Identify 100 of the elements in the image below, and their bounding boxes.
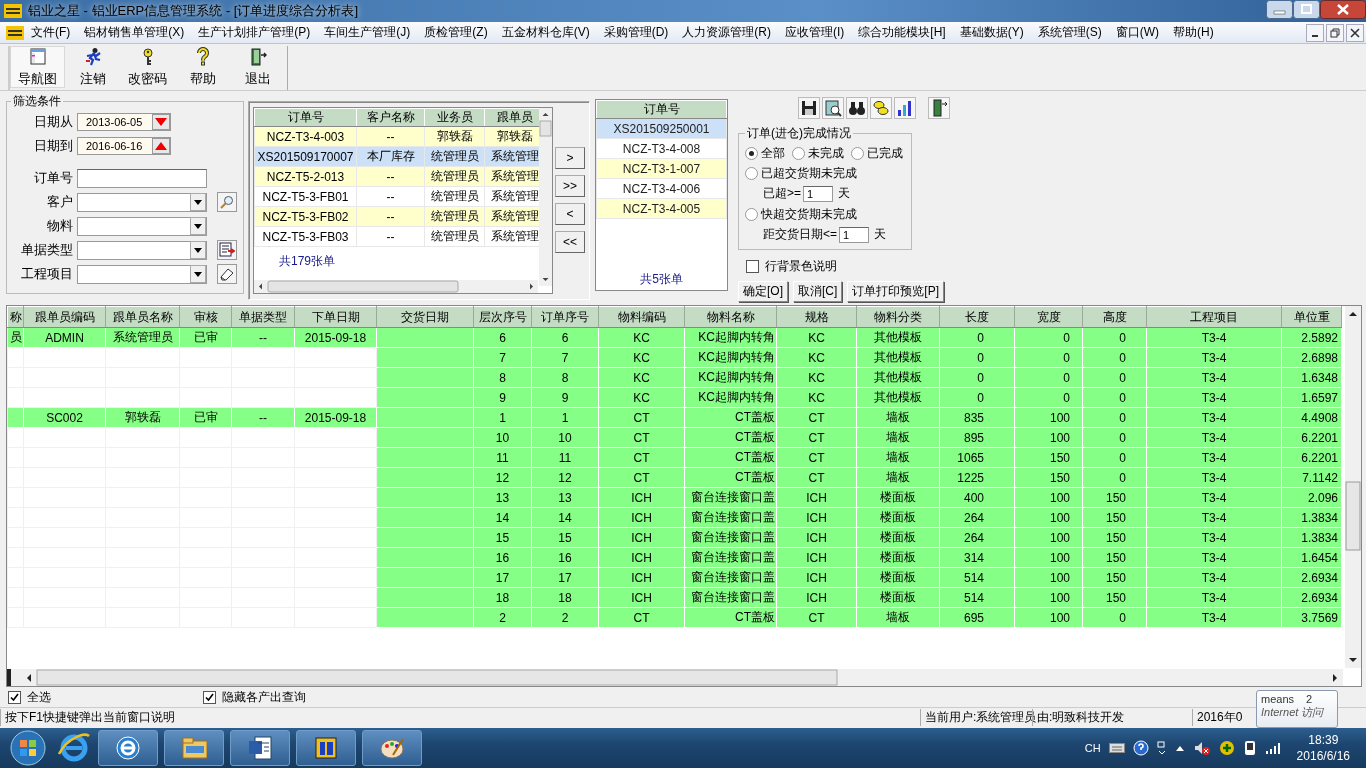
menu-item[interactable]: 铝材销售单管理(X)	[77, 24, 192, 41]
table-cell[interactable]: NCZ-T5-2-013	[254, 166, 357, 187]
menu-item[interactable]: 生产计划排产管理(P)	[191, 24, 318, 41]
close-icon[interactable]	[1320, 0, 1366, 19]
table-cell: 郭轶磊	[424, 126, 485, 147]
transfer-button[interactable]: <<	[555, 231, 585, 253]
tooltip-title: means	[1261, 693, 1295, 705]
date-field[interactable]: 2013-06-05	[77, 113, 171, 131]
column-header: 客户名称	[356, 108, 425, 127]
table-cell[interactable]: NCZ-T5-3-FB01	[254, 186, 357, 207]
input-field[interactable]: 1	[839, 226, 869, 243]
radio-label: 已完成	[867, 144, 903, 162]
group-title: 订单(进仓)完成情况	[746, 125, 852, 142]
menu-item[interactable]: 窗口(W)	[1108, 24, 1166, 41]
table-cell[interactable]: NCZ-T3-4-006	[596, 178, 727, 199]
transfer-button[interactable]: >>	[555, 175, 585, 197]
scrollbar[interactable]	[7, 669, 1343, 686]
minimize-icon[interactable]	[1306, 23, 1324, 42]
table-cell: --	[356, 166, 425, 187]
close-icon[interactable]	[1346, 23, 1364, 42]
action-button[interactable]: 确定[O]	[738, 281, 788, 302]
radio-button[interactable]	[792, 146, 805, 160]
checkbox[interactable]	[203, 690, 216, 704]
scrollbar[interactable]	[539, 108, 552, 286]
menu-item[interactable]: 应收管理(I)	[778, 24, 852, 41]
toolbar-button[interactable]: 导航图	[10, 46, 65, 88]
menu-item[interactable]: 基础数据(Y)	[952, 24, 1031, 41]
toolbar-button[interactable]: 退出	[230, 46, 285, 88]
table-cell[interactable]: XS201509250001	[596, 118, 727, 139]
action-button[interactable]: 订单打印预览[P]	[847, 281, 945, 302]
menu-item[interactable]: 人力资源管理(R)	[675, 24, 778, 41]
toolbar-button[interactable]: 注销	[65, 46, 120, 88]
menu-item[interactable]: 采购管理(D)	[596, 24, 676, 41]
signal-icon[interactable]	[1264, 741, 1281, 755]
scrollbar[interactable]	[1345, 306, 1361, 668]
help-icon[interactable]	[1132, 740, 1149, 756]
radio-button[interactable]	[745, 166, 758, 180]
plus-icon[interactable]	[1218, 740, 1235, 756]
table-cell[interactable]: XS201509170007	[254, 146, 357, 167]
binoculars-icon[interactable]	[846, 97, 868, 119]
field-label: 已超>=	[763, 185, 801, 202]
column-header: 单位重	[1281, 306, 1342, 328]
taskbar-button[interactable]	[230, 730, 290, 766]
field-label: 物料	[46, 217, 74, 235]
coins-icon[interactable]	[870, 97, 892, 119]
radio-label: 快超交货期未完成	[761, 205, 857, 223]
menu-item[interactable]: 综合功能模块[H]	[851, 24, 953, 41]
menu-item[interactable]: 质检管理(Z)	[417, 24, 495, 41]
taskbar-button[interactable]	[98, 730, 158, 766]
door-icon[interactable]	[928, 97, 950, 119]
maximize-icon[interactable]	[1293, 0, 1320, 19]
chart-icon[interactable]	[894, 97, 916, 119]
caret-icon[interactable]	[1174, 744, 1185, 752]
checkbox-label: 隐藏各产出查询	[222, 688, 306, 706]
taskbar-button[interactable]	[296, 730, 356, 766]
clock[interactable]: 18:39 2016/6/16	[1288, 732, 1360, 764]
table-cell[interactable]: NCZ-T3-1-007	[596, 158, 727, 179]
device-icon[interactable]	[1242, 740, 1257, 756]
column-header: 单据类型	[231, 306, 295, 328]
taskbar-button[interactable]	[164, 730, 224, 766]
table-cell[interactable]: NCZ-T3-4-008	[596, 138, 727, 159]
menu-item[interactable]: 车间生产管理(J)	[317, 24, 418, 41]
table-cell[interactable]: NCZ-T5-3-FB02	[254, 206, 357, 227]
taskbar-button[interactable]	[362, 730, 422, 766]
icon-button[interactable]	[217, 264, 237, 284]
action-button[interactable]: 取消[C]	[793, 281, 843, 302]
checkbox[interactable]	[746, 260, 759, 273]
input-field[interactable]	[77, 168, 207, 188]
column-header: 层次序号	[473, 306, 532, 328]
save-icon[interactable]	[798, 97, 820, 119]
restore-icon[interactable]	[1326, 23, 1344, 42]
radio-button[interactable]	[745, 207, 758, 221]
transfer-button[interactable]: <	[555, 203, 585, 225]
input-field[interactable]: 1	[803, 185, 833, 202]
radio-button[interactable]	[851, 146, 864, 160]
toolbar-button[interactable]: 帮助	[175, 46, 230, 88]
scrollbar[interactable]	[254, 280, 538, 293]
table-cell[interactable]: NCZ-T5-3-FB03	[254, 226, 357, 247]
keyboard-icon[interactable]	[1108, 742, 1125, 754]
table-cell: 员	[7, 327, 24, 348]
order-count: 共179张单	[278, 253, 337, 270]
date-field[interactable]: 2016-06-16	[77, 137, 171, 155]
checkbox[interactable]	[8, 690, 21, 704]
menu-item[interactable]: 文件(F)	[24, 24, 78, 41]
muted-speaker-icon[interactable]	[1192, 740, 1211, 756]
expand-icon[interactable]	[1156, 741, 1167, 755]
icon-button[interactable]	[217, 240, 237, 260]
column-header: 交货日期	[376, 306, 474, 328]
table-cell[interactable]: NCZ-T3-4-003	[254, 126, 357, 147]
table-cell[interactable]: NCZ-T3-4-005	[596, 198, 727, 219]
field-label: 订单号	[33, 169, 74, 187]
menu-item[interactable]: 帮助(H)	[1166, 24, 1221, 41]
transfer-button[interactable]: >	[555, 147, 585, 169]
language-indicator[interactable]: CH	[1084, 742, 1101, 754]
menu-item[interactable]: 五金材料仓库(V)	[494, 24, 597, 41]
magnifier-icon[interactable]	[822, 97, 844, 119]
toolbar-button[interactable]: 改密码	[120, 46, 175, 88]
menu-item[interactable]: 系统管理(S)	[1030, 24, 1109, 41]
window-icon	[27, 46, 48, 67]
radio-button[interactable]	[745, 146, 758, 160]
